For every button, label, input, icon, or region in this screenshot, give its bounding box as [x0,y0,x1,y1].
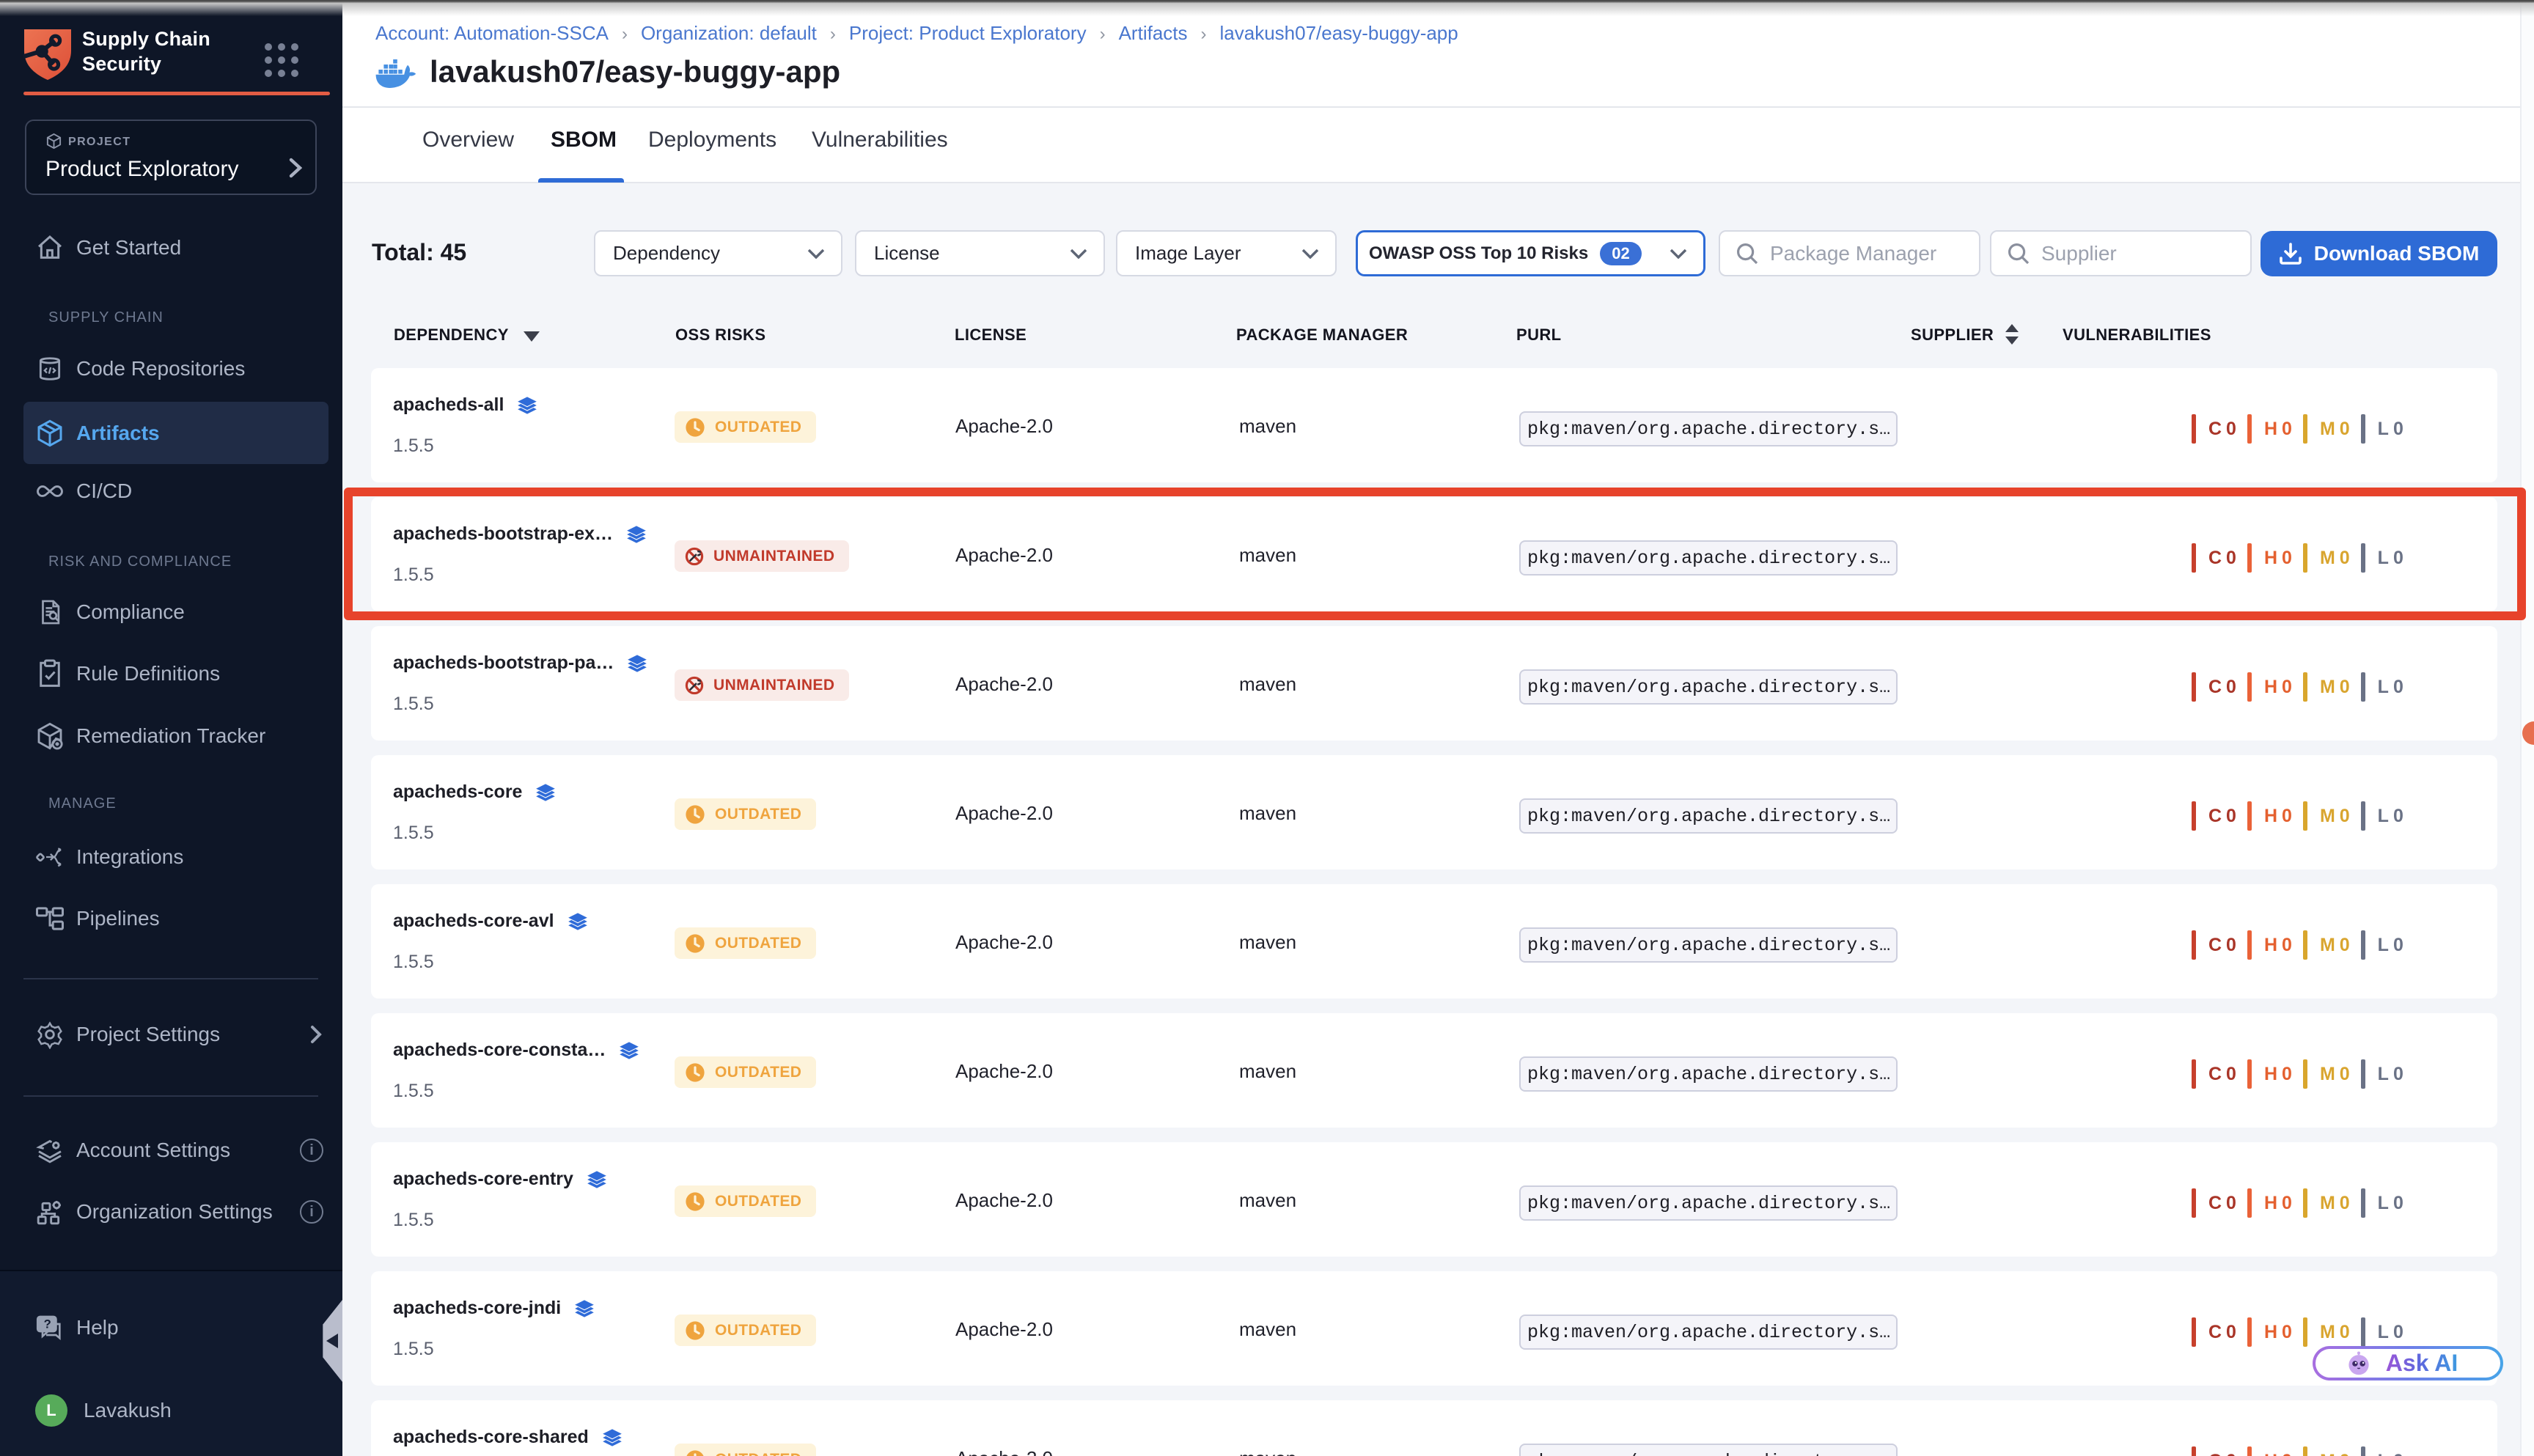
svg-text:?: ? [44,1317,51,1331]
